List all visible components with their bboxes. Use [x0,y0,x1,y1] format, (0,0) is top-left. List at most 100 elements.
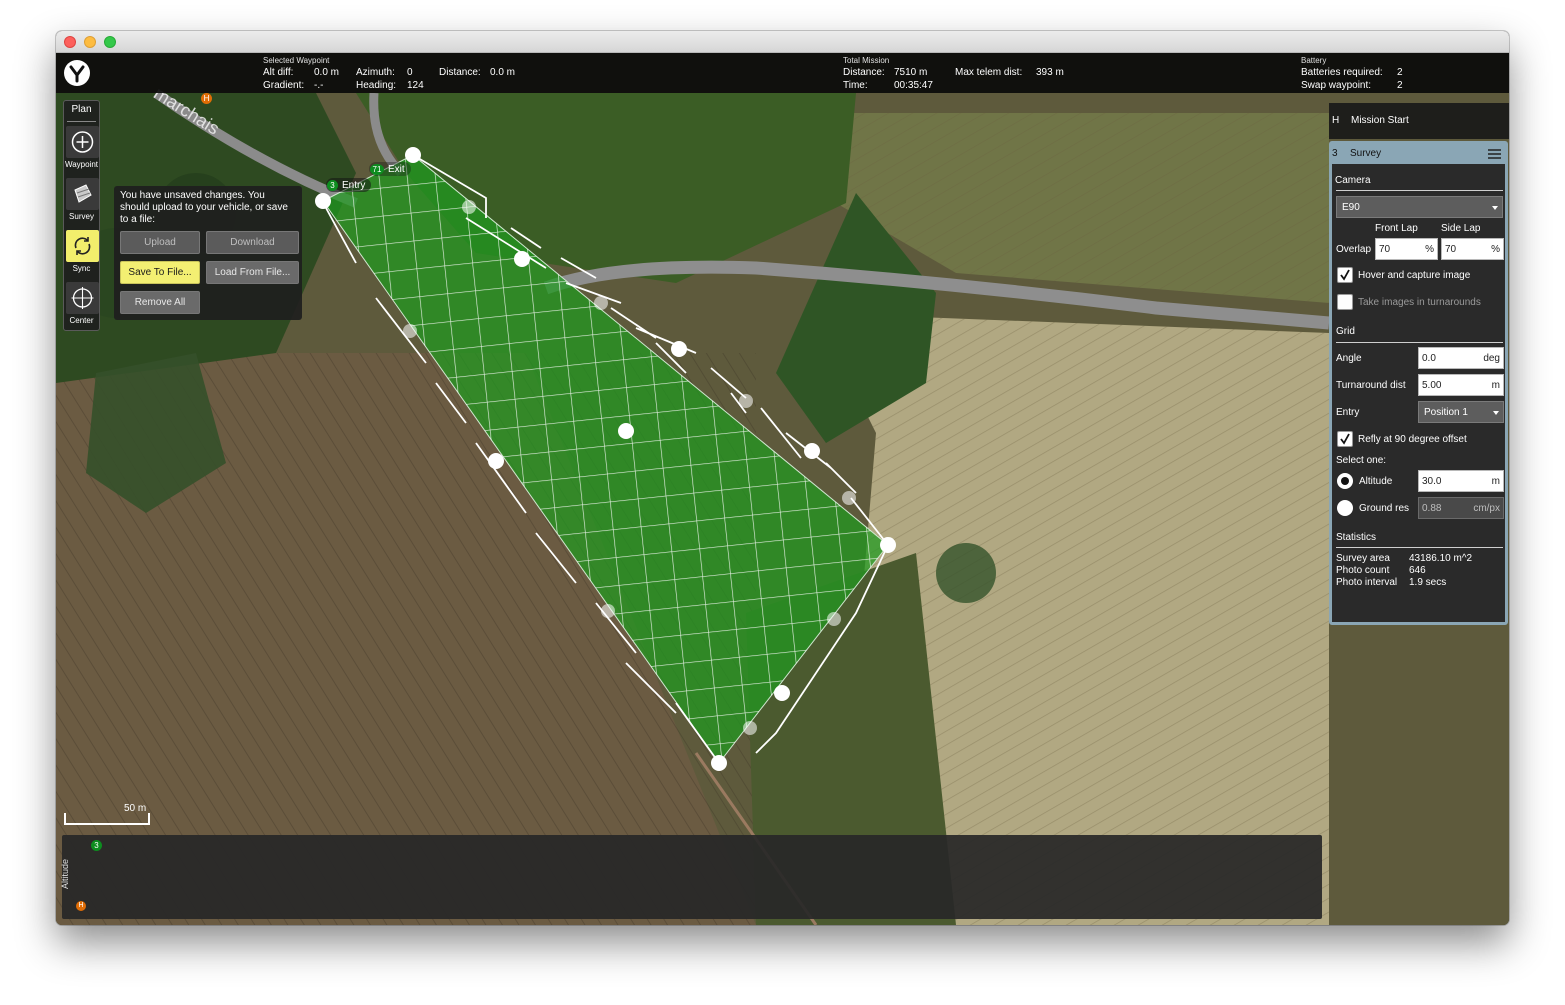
exit-label: Exit [388,163,405,175]
entry-select-value: Position 1 [1424,407,1468,418]
turnaround-dist-label: Turnaround dist [1336,380,1406,391]
sync-tool-label: Sync [72,264,91,273]
altitude-label: Altitude [1359,476,1393,487]
ground-res-radio[interactable] [1337,500,1353,516]
ground-res-label: Ground res [1359,503,1410,514]
plan-title: Plan [71,104,92,115]
entry-label: Entry [342,179,366,191]
download-button[interactable]: Download [206,231,299,254]
mission-start-item[interactable]: H Mission Start [1329,103,1509,139]
front-lap-value: 70 [1379,244,1391,255]
mission-time-label: Time: [843,80,868,91]
front-lap-label: Front Lap [1375,223,1418,234]
camera-divider [1336,190,1503,191]
selected-waypoint-header: Selected Waypoint [263,56,330,65]
overlap-label: Overlap [1336,244,1372,255]
survey-polygon-icon [74,184,92,203]
mission-info-bar: Selected Waypoint Alt diff: 0.0 m Azimut… [56,53,1509,93]
altitude-unit: m [1491,476,1500,487]
survey-tool-button[interactable] [66,178,99,210]
camera-select[interactable]: E90 [1336,196,1503,218]
hover-capture-label: Hover and capture image [1358,270,1471,281]
altitude-input[interactable]: 30.0 m [1418,470,1504,492]
front-lap-input[interactable]: 70 % [1375,238,1438,260]
heading-label: Heading: [356,80,397,91]
entry-number-badge: 3 [327,179,338,191]
camera-section-header: Camera [1335,175,1371,186]
chevron-down-icon [1493,411,1499,415]
ground-res-value: 0.88 [1422,503,1442,514]
side-lap-label: Side Lap [1441,223,1481,234]
side-lap-unit: % [1491,244,1500,255]
home-marker[interactable]: H [201,93,212,104]
save-to-file-button[interactable]: Save To File... [120,261,200,284]
checkmark-icon [1340,269,1350,281]
altitude-value: 30.0 [1422,476,1442,487]
altitude-profile-panel: Altitude 3 H [60,835,1322,919]
photo-count-label: Photo count [1336,565,1390,576]
ground-res-unit: cm/px [1473,503,1500,514]
swap-waypoint-label: Swap waypoint: [1301,80,1372,91]
app-logo-icon[interactable] [64,60,90,86]
title-bar [56,31,1509,53]
grid-section-header: Grid [1336,326,1355,337]
survey-editor-panel: 3 Survey Camera E90 Front Lap Side Lap O… [1329,141,1508,625]
waypoint-tool-button[interactable] [66,126,99,158]
zoom-window-button[interactable] [104,36,116,48]
batteries-required-label: Batteries required: [1301,67,1383,78]
max-telem-label: Max telem dist: [955,67,1023,78]
app-window: marchais H 3 Entry 71 Exit Selected Wayp… [56,31,1509,925]
load-from-file-button[interactable]: Load From File... [206,261,299,284]
azimuth-label: Azimuth: [356,67,395,78]
sync-icon [74,237,91,255]
center-tool-button[interactable] [66,282,99,314]
survey-area-value: 43186.10 m^2 [1409,553,1473,564]
gradient-value: -.- [314,80,324,91]
altitude-radio[interactable] [1337,473,1353,489]
side-lap-input[interactable]: 70 % [1441,238,1504,260]
turnaround-images-checkbox[interactable] [1337,294,1353,310]
sync-tool-button[interactable] [66,230,99,262]
plan-toolbar: Plan Waypoint Survey Sync Center [63,100,100,331]
upload-button[interactable]: Upload [120,231,200,254]
altitude-home-marker[interactable]: H [76,901,86,911]
close-window-button[interactable] [64,36,76,48]
altitude-axis-label: Altitude [60,858,71,890]
azimuth-value: 0 [407,67,413,78]
checkmark-icon [1340,433,1350,445]
survey-tool-label: Survey [69,212,94,221]
map-view[interactable]: marchais H 3 Entry 71 Exit Selected Wayp… [56,53,1509,925]
minimize-window-button[interactable] [84,36,96,48]
entry-marker[interactable]: 3 Entry [326,178,372,192]
ground-res-input[interactable]: 0.88 cm/px [1418,497,1504,519]
gradient-label: Gradient: [263,80,305,91]
alt-diff-value: 0.0 m [314,67,340,78]
exit-number-badge: 71 [370,163,384,175]
mission-time-value: 00:35:47 [894,80,933,91]
distance-label: Distance: [439,67,481,78]
center-tool-label: Center [69,316,94,325]
battery-header: Battery [1301,56,1327,65]
alt-diff-label: Alt diff: [263,67,294,78]
angle-value: 0.0 [1422,353,1436,364]
turnaround-dist-unit: m [1491,380,1500,391]
select-one-label: Select one: [1336,455,1387,466]
refly-checkbox[interactable] [1337,431,1353,447]
satellite-imagery [56,53,1509,925]
toolbar-divider [67,121,96,122]
hover-capture-checkbox[interactable] [1337,267,1353,283]
remove-all-button[interactable]: Remove All [120,291,200,314]
photo-interval-value: 1.9 secs [1409,577,1447,588]
front-lap-unit: % [1425,244,1434,255]
angle-unit: deg [1483,353,1500,364]
batteries-required-value: 2 [1397,67,1403,78]
unsaved-changes-panel: You have unsaved changes. You should upl… [114,186,302,320]
altitude-waypoint-3-marker[interactable]: 3 [91,840,102,851]
angle-input[interactable]: 0.0 deg [1418,347,1504,369]
survey-header[interactable]: 3 Survey [1332,144,1505,164]
side-lap-value: 70 [1445,244,1457,255]
exit-marker[interactable]: 71 Exit [369,162,411,176]
turnaround-dist-input[interactable]: 5.00 m [1418,374,1504,396]
entry-select[interactable]: Position 1 [1418,401,1504,423]
hamburger-menu-icon[interactable] [1487,148,1502,160]
